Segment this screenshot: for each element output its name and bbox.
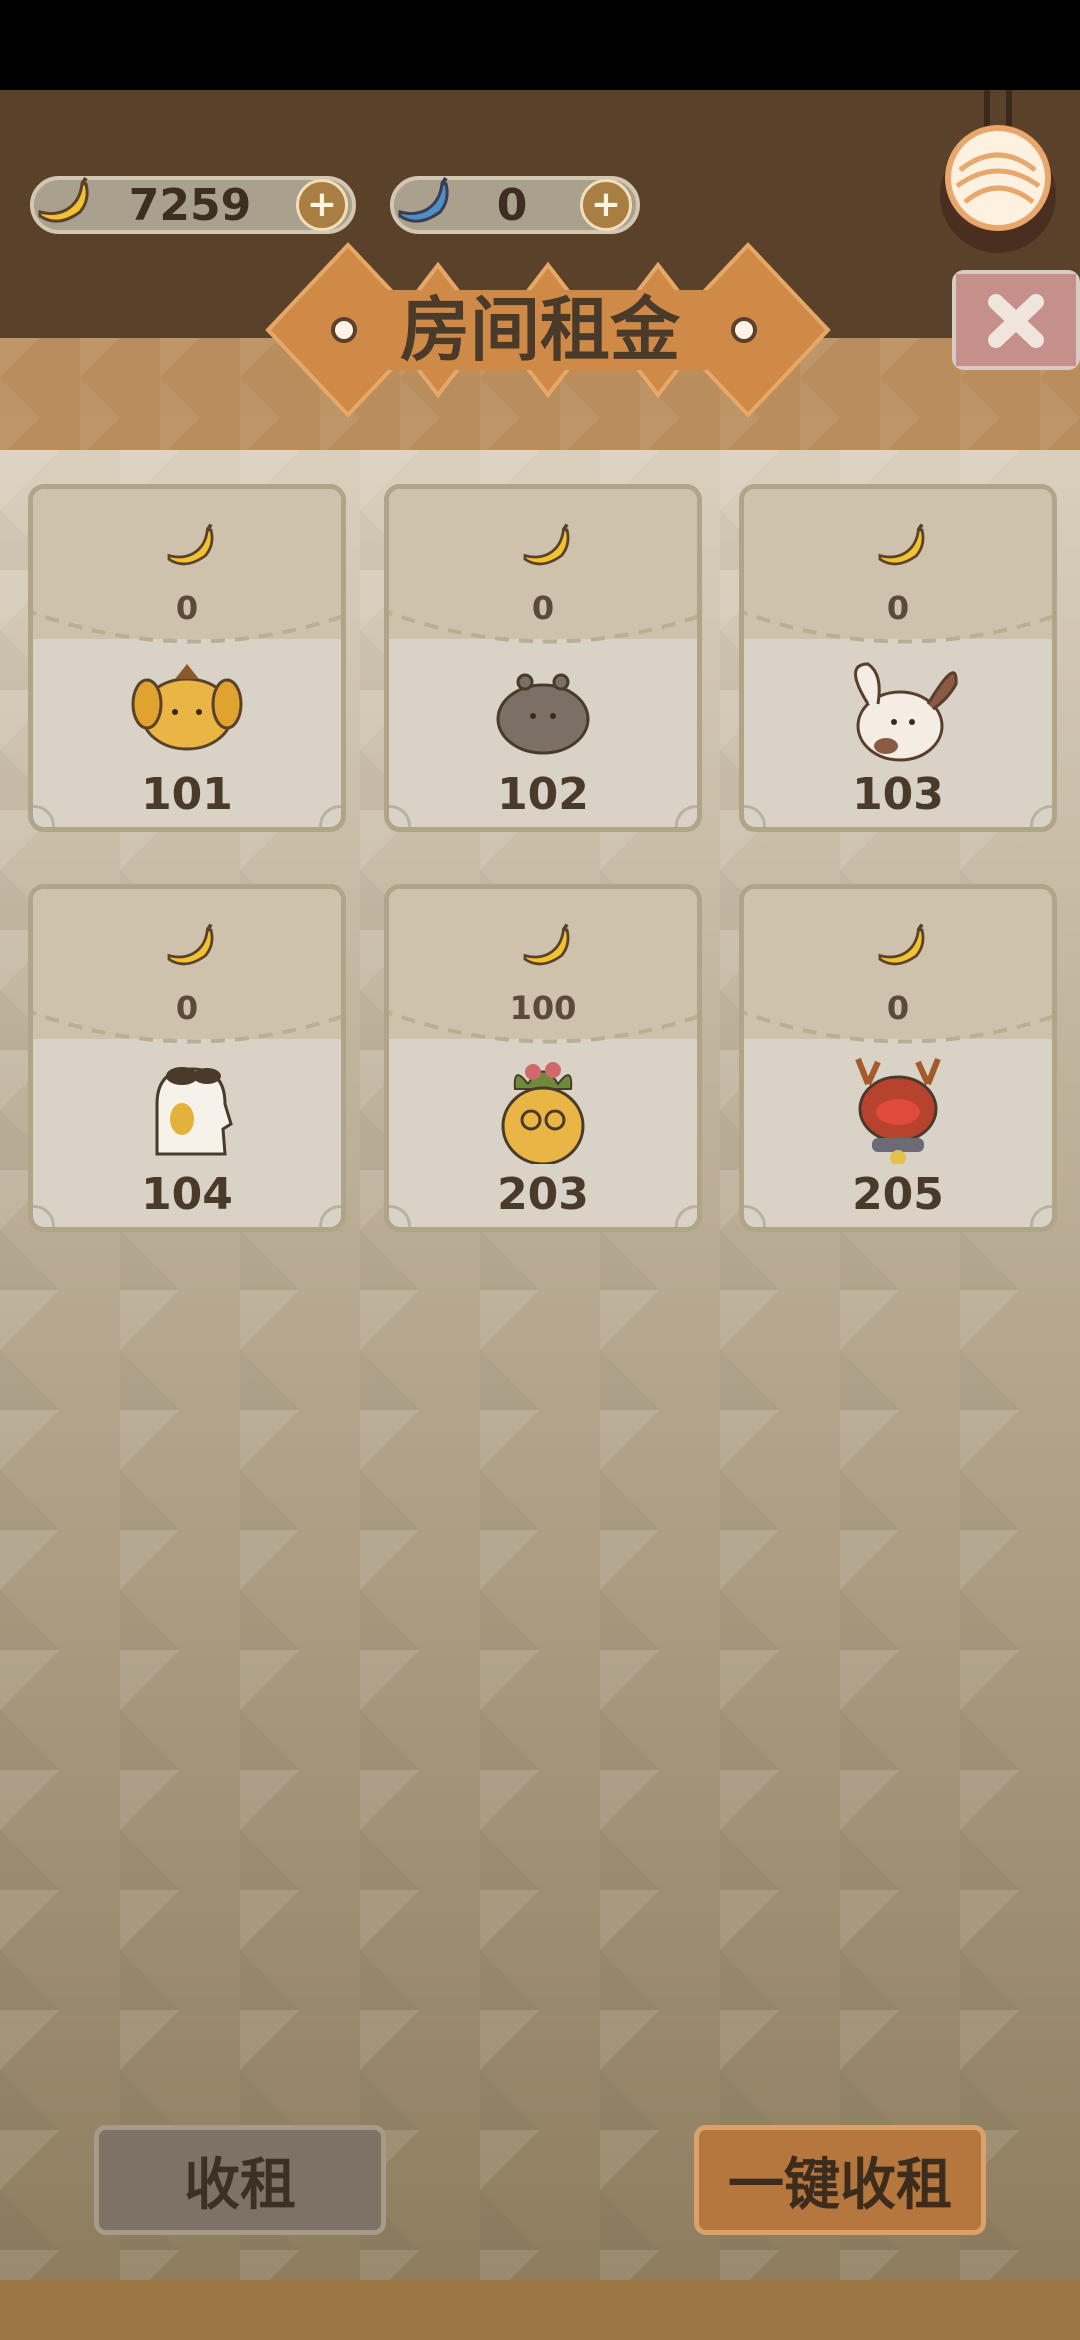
banana-icon — [167, 523, 214, 566]
banana-icon — [523, 923, 570, 966]
pineapple-pet — [501, 1062, 585, 1164]
room-number: 205 — [852, 1169, 944, 1220]
room-card[interactable]: 0 205 — [739, 884, 1057, 1232]
banana-icon — [523, 523, 570, 566]
gray-blob-pet — [496, 673, 590, 755]
collect-rent-button[interactable]: 收租 — [94, 2125, 386, 2235]
banana-icon — [38, 176, 89, 223]
banana-icon — [167, 923, 214, 966]
banana-counter: 7259 + — [30, 176, 356, 234]
room-card[interactable]: 0 104 — [28, 884, 346, 1232]
room-card[interactable]: 0 101 — [28, 484, 346, 832]
room-card[interactable]: 100 203 — [384, 884, 702, 1232]
collect-all-rent-button[interactable]: 一键收租 — [694, 2125, 986, 2235]
close-icon — [956, 274, 1076, 366]
rent-amount: 100 — [509, 989, 577, 1027]
page-title: 房间租金 — [400, 289, 680, 371]
room-number: 203 — [497, 1169, 589, 1220]
banana-icon — [878, 923, 925, 966]
yarn-ball-icon[interactable] — [935, 90, 1065, 260]
blue-banana-counter: 0 + — [390, 176, 640, 234]
rent-amount: 0 — [175, 589, 199, 627]
yellow-dog-pet — [131, 664, 243, 751]
close-button[interactable] — [952, 270, 1080, 370]
add-blue-banana-button[interactable]: + — [580, 179, 632, 231]
room-card[interactable]: 0 102 — [384, 484, 702, 832]
room-number: 102 — [497, 769, 589, 820]
bottom-bar — [0, 2280, 1080, 2340]
room-card[interactable]: 0 103 — [739, 484, 1057, 832]
blue-banana-icon — [398, 176, 449, 223]
add-banana-button[interactable]: + — [296, 179, 348, 231]
room-number: 104 — [141, 1169, 233, 1220]
room-number: 103 — [852, 769, 944, 820]
rent-amount: 0 — [886, 589, 910, 627]
status-bar — [0, 0, 1080, 90]
rent-amount: 0 — [531, 589, 555, 627]
banana-icon — [878, 523, 925, 566]
ghost-bird-pet — [155, 1067, 233, 1156]
rent-amount: 0 — [886, 989, 910, 1027]
spotted-bunny-pet — [854, 662, 958, 762]
red-reindeer-pet — [855, 1057, 941, 1164]
room-number: 101 — [141, 769, 233, 820]
rent-amount: 0 — [175, 989, 199, 1027]
